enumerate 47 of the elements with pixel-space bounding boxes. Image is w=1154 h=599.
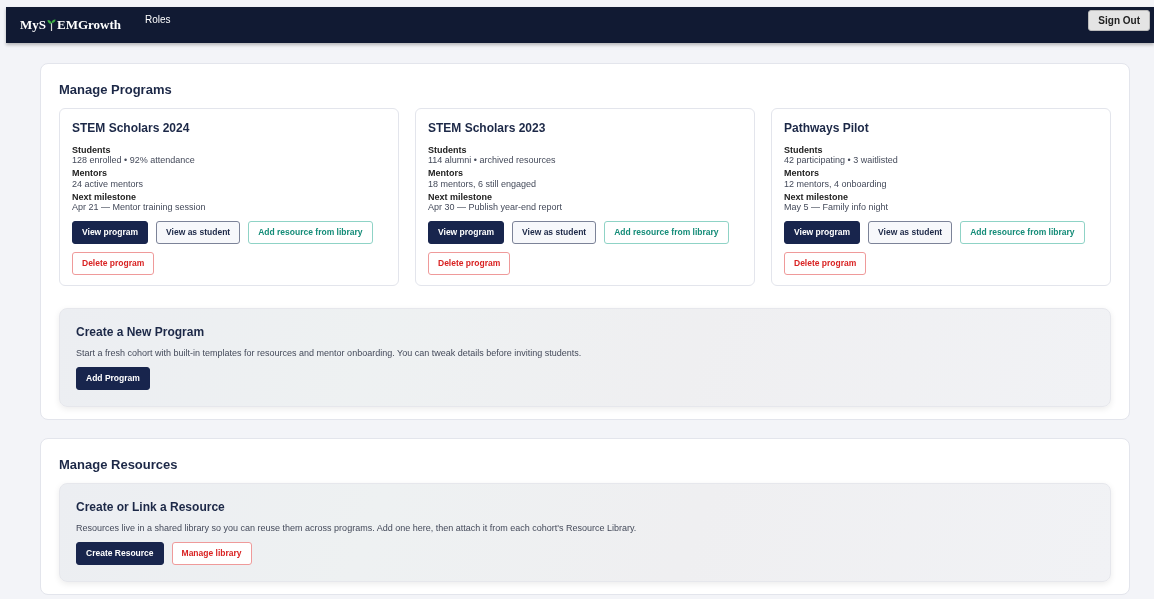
fact-label: Next milestone bbox=[784, 191, 850, 203]
fact-label: Mentors bbox=[72, 168, 108, 179]
sprout-icon bbox=[47, 19, 56, 31]
primary-button[interactable]: View program bbox=[428, 221, 505, 245]
panel-description: Start a fresh cohort with built-in templates for resources and mentor onboarding. You can tweak details before inviting students. bbox=[76, 346, 583, 360]
outline-button[interactable]: View as student bbox=[868, 221, 953, 245]
section-title: Manage Programs bbox=[59, 81, 173, 99]
nav-link[interactable]: Roles bbox=[145, 12, 171, 27]
fact-value: 18 mentors, 6 still engaged bbox=[428, 178, 538, 190]
add-resource-button[interactable]: Add resource from library bbox=[248, 221, 373, 245]
logo-text: EMGrowth bbox=[57, 16, 122, 35]
fact-value: May 5 — Family info night bbox=[784, 202, 890, 214]
fact-label: Next milestone bbox=[428, 191, 494, 203]
delete-button[interactable]: Delete program bbox=[428, 252, 511, 275]
delete-button[interactable]: Delete program bbox=[784, 252, 867, 275]
delete-button[interactable]: Delete program bbox=[72, 252, 155, 275]
section-title: Manage Resources bbox=[59, 456, 179, 475]
fact-label: Students bbox=[784, 144, 824, 156]
primary-button[interactable]: View program bbox=[72, 221, 149, 245]
primary-button[interactable]: Create Resource bbox=[76, 542, 164, 565]
primary-button[interactable]: View program bbox=[784, 221, 861, 245]
program-title: STEM Scholars 2023 bbox=[428, 119, 547, 137]
fact-value: 128 enrolled • 92% attendance bbox=[72, 155, 196, 167]
program-title: Pathways Pilot bbox=[784, 119, 870, 137]
fact-label: Students bbox=[72, 144, 112, 156]
fact-label: Students bbox=[428, 144, 468, 156]
outline-button[interactable]: View as student bbox=[512, 221, 597, 245]
add-resource-button[interactable]: Add resource from library bbox=[604, 221, 729, 245]
primary-button[interactable]: Add Program bbox=[76, 367, 150, 391]
logo-text: MyS bbox=[20, 16, 46, 35]
fact-value: Apr 21 — Mentor training session bbox=[72, 202, 207, 214]
fact-value: 12 mentors, 4 onboarding bbox=[784, 178, 888, 190]
sign-out-button[interactable]: Sign Out bbox=[1088, 10, 1150, 31]
fact-label: Mentors bbox=[784, 168, 820, 179]
delete-button[interactable]: Manage library bbox=[171, 542, 252, 565]
panel-title: Create a New Program bbox=[76, 323, 206, 341]
add-resource-button[interactable]: Add resource from library bbox=[960, 221, 1085, 245]
fact-value: 24 active mentors bbox=[72, 178, 145, 190]
fact-value: Apr 30 — Publish year-end report bbox=[428, 202, 564, 214]
fact-label: Next milestone bbox=[72, 191, 138, 203]
outline-button[interactable]: View as student bbox=[156, 221, 241, 245]
panel-title: Create or Link a Resource bbox=[76, 498, 226, 516]
panel-description: Resources live in a shared library so you can reuse them across programs. Add one here, then attach it from each cohort's Resource Library. bbox=[76, 521, 638, 535]
program-title: STEM Scholars 2024 bbox=[72, 119, 191, 137]
fact-value: 114 alumni • archived resources bbox=[428, 155, 557, 167]
fact-value: 42 participating • 3 waitlisted bbox=[784, 155, 899, 167]
fact-label: Mentors bbox=[428, 168, 464, 179]
